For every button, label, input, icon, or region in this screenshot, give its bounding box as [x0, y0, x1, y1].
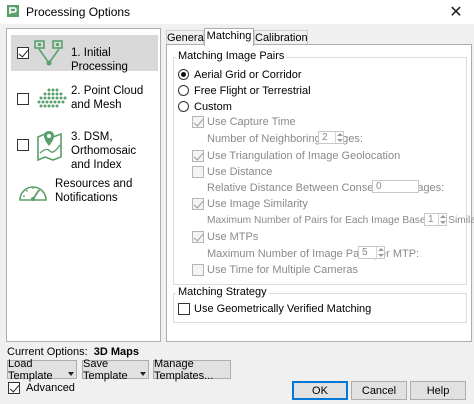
- geometric-matching-label: Use Geometrically Verified Matching: [194, 303, 372, 315]
- manage-templates-button[interactable]: Manage Templates...: [153, 358, 231, 382]
- max-pairs-mtp-label: Maximum Number of Image Pairs per MTP:: [207, 248, 420, 260]
- initial-processing-icon: [34, 40, 63, 66]
- tab-general[interactable]: General: [166, 30, 206, 45]
- pix4d-app-icon: [7, 5, 19, 17]
- save-template-label: Save Template: [83, 357, 128, 382]
- step-initial-processing[interactable]: 1. Initial Processing: [11, 35, 158, 73]
- advanced-checkbox[interactable]: [8, 382, 20, 394]
- help-button[interactable]: Help: [410, 381, 466, 400]
- geometric-matching-checkbox[interactable]: [178, 303, 190, 315]
- spinner-arrows-icon[interactable]: [335, 132, 343, 143]
- steps-panel: 1. Initial Processing 2. Point Cloud and…: [6, 28, 161, 342]
- step-point-cloud-label: 2. Point Cloud and Mesh: [71, 85, 144, 111]
- neighboring-images-value: 2: [322, 132, 328, 143]
- spinner-arrows-icon[interactable]: [438, 214, 446, 225]
- ok-button[interactable]: OK: [292, 381, 348, 400]
- current-options: Current Options: 3D Maps: [7, 346, 139, 358]
- cancel-button[interactable]: Cancel: [351, 381, 407, 400]
- max-pairs-similarity-spinner[interactable]: 1: [424, 213, 447, 226]
- spinner-arrows-icon[interactable]: [376, 247, 384, 258]
- max-pairs-mtp-spinner[interactable]: 5: [358, 246, 385, 259]
- neighboring-images-spinner[interactable]: 2: [318, 131, 344, 144]
- use-time-multiple-cameras-label: Use Time for Multiple Cameras: [207, 264, 358, 276]
- current-options-value: 3D Maps: [93, 346, 139, 358]
- max-pairs-mtp-value: 5: [362, 247, 368, 258]
- chevron-down-icon: [140, 372, 146, 376]
- dsm-map-icon: [37, 131, 62, 161]
- step-point-cloud-checkbox[interactable]: [17, 93, 29, 105]
- use-image-similarity-label: Use Image Similarity: [207, 198, 308, 210]
- save-template-button[interactable]: Save Template: [82, 357, 149, 382]
- step-dsm-checkbox[interactable]: [17, 139, 29, 151]
- step-initial-processing-label: 1. Initial Processing: [71, 47, 128, 73]
- aerial-label: Aerial Grid or Corridor: [194, 69, 302, 81]
- matching-image-pairs-title: Matching Image Pairs: [176, 50, 287, 62]
- title-bar: Processing Options ✕: [0, 0, 474, 24]
- use-capture-time-label: Use Capture Time: [207, 116, 296, 128]
- matching-strategy-title: Matching Strategy: [176, 286, 269, 298]
- step-initial-processing-checkbox[interactable]: [17, 47, 29, 59]
- use-distance-label: Use Distance: [207, 166, 273, 178]
- matching-tab-pane: Matching Image Pairs Aerial Grid or Corr…: [166, 44, 474, 342]
- use-image-similarity-checkbox[interactable]: [192, 198, 204, 210]
- free-flight-label: Free Flight or Terrestrial: [194, 85, 311, 97]
- max-pairs-similarity-value: 1: [428, 214, 434, 225]
- load-template-button[interactable]: Load Template: [7, 357, 77, 382]
- step-dsm-orthomosaic[interactable]: 3. DSM, Orthomosaic and Index: [11, 125, 158, 171]
- use-time-multiple-cameras-checkbox[interactable]: [192, 264, 204, 276]
- custom-radio[interactable]: [178, 101, 189, 112]
- relative-distance-field[interactable]: 0: [372, 180, 419, 193]
- gauge-icon: [19, 186, 47, 201]
- use-distance-checkbox[interactable]: [192, 166, 204, 178]
- advanced-label: Advanced: [26, 382, 75, 394]
- step-dsm-label: 3. DSM, Orthomosaic and Index: [71, 131, 137, 171]
- aerial-radio[interactable]: [178, 69, 189, 80]
- close-icon[interactable]: ✕: [446, 2, 466, 22]
- use-mtps-checkbox[interactable]: [192, 231, 204, 243]
- point-cloud-icon: [37, 88, 67, 108]
- load-template-label: Load Template: [8, 357, 53, 382]
- free-flight-radio[interactable]: [178, 85, 189, 96]
- step-resources-label: Resources and Notifications: [55, 178, 133, 204]
- tab-calibration[interactable]: Calibration: [254, 30, 308, 45]
- use-triangulation-label: Use Triangulation of Image Geolocation: [207, 150, 401, 162]
- chevron-down-icon: [68, 372, 74, 376]
- window-title: Processing Options: [26, 5, 131, 19]
- tab-matching[interactable]: Matching: [204, 28, 254, 46]
- advanced-toggle[interactable]: Advanced: [8, 382, 75, 394]
- relative-distance-value: 0: [376, 181, 382, 192]
- use-mtps-label: Use MTPs: [207, 231, 259, 243]
- step-point-cloud[interactable]: 2. Point Cloud and Mesh: [11, 79, 158, 119]
- use-capture-time-checkbox[interactable]: [192, 116, 204, 128]
- step-resources-notifications[interactable]: Resources and Notifications: [11, 173, 158, 213]
- current-options-label: Current Options:: [7, 346, 88, 358]
- custom-label: Custom: [194, 101, 232, 113]
- use-triangulation-checkbox[interactable]: [192, 150, 204, 162]
